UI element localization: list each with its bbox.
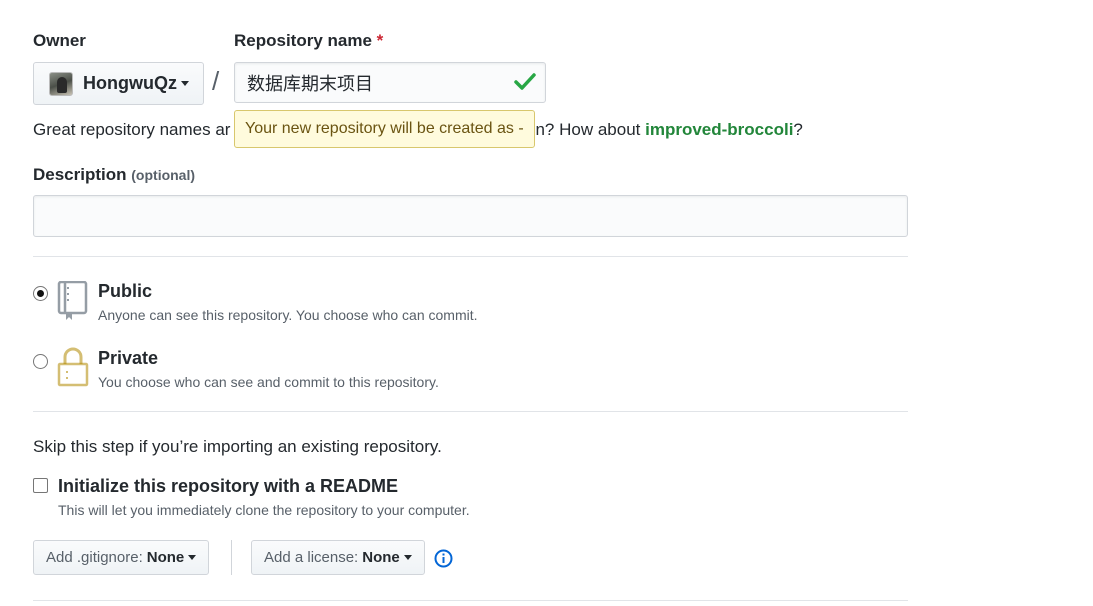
description-input[interactable] (33, 195, 908, 237)
readme-checkbox[interactable] (33, 478, 48, 493)
hint-prefix: Great repository names ar (33, 120, 231, 139)
optional-note: (optional) (131, 167, 196, 183)
description-label: Description (optional) (33, 165, 195, 185)
repo-name-label: Repository name * (234, 31, 383, 51)
public-radio[interactable] (33, 286, 48, 301)
readme-desc: This will let you immediately clone the … (58, 502, 470, 518)
description-label-text: Description (33, 165, 127, 184)
check-icon (514, 73, 536, 90)
lock-icon (57, 347, 89, 387)
repo-name-input[interactable] (234, 62, 546, 103)
caret-down-icon (180, 81, 189, 86)
license-select-button[interactable]: Add a license: None (251, 540, 425, 575)
repo-book-icon (57, 281, 88, 320)
caret-down-icon (403, 555, 412, 560)
private-title: Private (98, 348, 159, 368)
vertical-divider (231, 540, 232, 575)
public-desc: Anyone can see this repository. You choo… (98, 307, 478, 323)
public-title: Public (98, 281, 153, 301)
suggestion-link[interactable]: improved-broccoli (645, 120, 793, 139)
readme-label[interactable]: Initialize this repository with a README (58, 476, 398, 497)
license-value: None (362, 549, 400, 566)
gitignore-select-button[interactable]: Add .gitignore: None (33, 540, 210, 575)
gitignore-value: None (146, 549, 185, 566)
hint-suffix: n? How about (535, 120, 646, 139)
private-desc: You choose who can see and commit to thi… (98, 374, 439, 390)
owner-select-button[interactable]: HongwuQz (33, 62, 204, 105)
caret-down-icon (188, 555, 197, 560)
info-icon[interactable] (434, 549, 453, 568)
hint-end: ? (793, 120, 803, 139)
owner-label: Owner (33, 31, 86, 50)
private-radio[interactable] (33, 354, 48, 369)
required-marker: * (376, 31, 384, 50)
owner-repo-separator: / (212, 66, 220, 96)
gitignore-label: Add .gitignore: (46, 549, 143, 566)
license-label: Add a license: (264, 549, 359, 566)
avatar (49, 71, 73, 96)
owner-name: HongwuQz (83, 73, 177, 93)
repo-name-label-text: Repository name (234, 31, 372, 50)
divider (33, 600, 908, 601)
skip-note: Skip this step if you’re importing an ex… (33, 437, 442, 456)
repo-name-tooltip: Your new repository will be created as - (234, 110, 535, 148)
divider (33, 411, 908, 412)
divider (33, 256, 908, 257)
